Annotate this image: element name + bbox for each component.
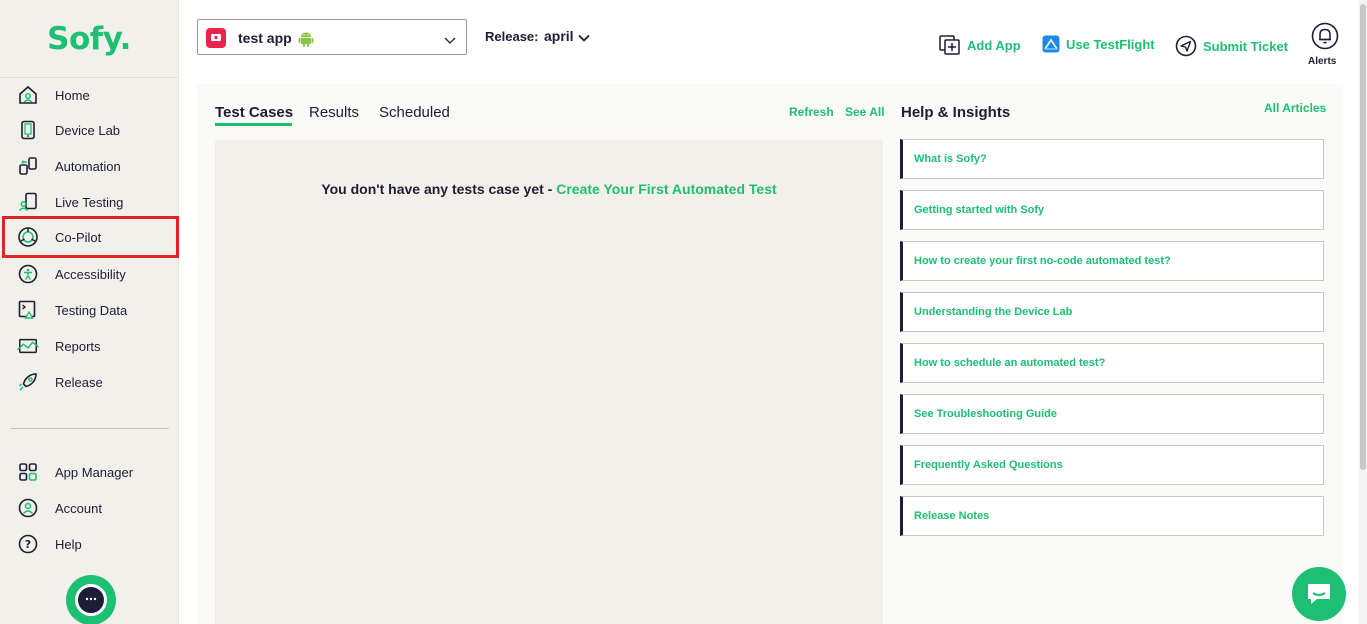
copilot-icon — [17, 226, 39, 248]
article-link[interactable]: Understanding the Device Lab — [900, 292, 1324, 332]
svg-text:?: ? — [25, 538, 31, 551]
use-testflight-label: Use TestFlight — [1066, 36, 1155, 52]
sidebar-item-release[interactable]: Release — [0, 365, 179, 399]
article-link[interactable]: See Troubleshooting Guide — [900, 394, 1324, 434]
bell-icon — [1311, 22, 1339, 50]
sidebar-item-live-testing[interactable]: Live Testing — [0, 185, 179, 219]
tab-results[interactable]: Results — [309, 104, 359, 121]
account-icon — [17, 497, 39, 519]
article-link[interactable]: How to schedule an automated test? — [900, 343, 1324, 383]
use-testflight-button[interactable]: Use TestFlight — [1042, 35, 1155, 53]
help-icon: ? — [17, 533, 39, 555]
testflight-icon — [1042, 35, 1060, 53]
sidebar-item-label: Reports — [55, 338, 101, 354]
active-tab-indicator — [215, 123, 292, 126]
rocket-icon — [17, 371, 39, 393]
support-chat-button[interactable] — [1292, 567, 1346, 621]
alerts-label: Alerts — [1308, 56, 1337, 67]
assistant-chat-button[interactable] — [66, 575, 116, 624]
sidebar-item-label: Live Testing — [55, 194, 124, 210]
article-link[interactable]: Frequently Asked Questions — [900, 445, 1324, 485]
chevron-down-icon — [444, 32, 456, 50]
tab-test-cases[interactable]: Test Cases — [215, 104, 293, 121]
device-icon — [17, 119, 39, 141]
article-link[interactable]: Getting started with Sofy — [900, 190, 1324, 230]
empty-state-text: You don't have any tests case yet - — [321, 181, 557, 197]
sofy-logo[interactable]: Sofy. — [47, 21, 131, 57]
sidebar-item-label: Release — [55, 374, 103, 390]
add-app-button[interactable]: Add App — [939, 35, 1021, 55]
testing-data-icon — [17, 299, 39, 321]
sidebar-item-automation[interactable]: Automation — [0, 149, 179, 183]
home-icon — [17, 84, 39, 106]
accessibility-icon — [17, 263, 39, 285]
sidebar-item-label: Device Lab — [55, 122, 121, 138]
app-manager-icon — [17, 461, 39, 483]
help-insights-title: Help & Insights — [901, 104, 1011, 121]
sidebar-item-home[interactable]: Home — [0, 78, 179, 112]
scrollbar-thumb[interactable] — [1360, 4, 1366, 470]
all-articles-link[interactable]: All Articles — [1264, 101, 1326, 115]
sidebar-divider — [10, 428, 169, 429]
sidebar-item-reports[interactable]: Reports — [0, 329, 179, 363]
sidebar-item-co-pilot[interactable]: Co-Pilot — [2, 216, 179, 258]
send-icon — [1175, 35, 1197, 57]
sidebar-item-label: Accessibility — [55, 266, 126, 282]
sidebar-item-app-manager[interactable]: App Manager — [0, 455, 179, 489]
sidebar-item-label: Help — [55, 536, 82, 552]
release-label: Release: — [485, 29, 539, 44]
android-icon — [298, 30, 314, 52]
submit-ticket-button[interactable]: Submit Ticket — [1175, 35, 1288, 57]
sidebar-item-accessibility[interactable]: Accessibility — [0, 257, 179, 291]
refresh-link[interactable]: Refresh — [789, 105, 834, 119]
article-link[interactable]: What is Sofy? — [900, 139, 1324, 179]
app-name: test app — [238, 30, 292, 46]
sidebar-item-account[interactable]: Account — [0, 491, 179, 525]
automation-icon — [17, 155, 39, 177]
chevron-down-icon[interactable] — [578, 30, 590, 48]
sidebar-item-testing-data[interactable]: Testing Data — [0, 293, 179, 327]
submit-ticket-label: Submit Ticket — [1203, 38, 1289, 54]
chat-icon — [75, 584, 107, 616]
see-all-link[interactable]: See All — [845, 105, 885, 119]
add-app-label: Add App — [967, 37, 1021, 53]
sidebar-item-help[interactable]: ? Help — [0, 527, 179, 561]
sidebar-item-label: Testing Data — [55, 302, 128, 318]
sidebar-item-label: Co-Pilot — [55, 229, 102, 245]
live-testing-icon — [17, 191, 39, 213]
article-link[interactable]: Release Notes — [900, 496, 1324, 536]
test-cases-empty-state: You don't have any tests case yet - Crea… — [215, 140, 883, 624]
logo-area: Sofy. — [0, 0, 178, 78]
chat-bubble-icon — [1308, 584, 1330, 604]
tab-scheduled[interactable]: Scheduled — [379, 104, 450, 121]
create-first-test-link[interactable]: Create Your First Automated Test — [556, 181, 776, 197]
app-selector[interactable]: test app — [197, 19, 467, 55]
article-link[interactable]: How to create your first no-code automat… — [900, 241, 1324, 281]
sidebar-item-label: Home — [55, 87, 90, 103]
page-scrollbar[interactable] — [1358, 0, 1367, 624]
sidebar-item-device-lab[interactable]: Device Lab — [0, 113, 179, 147]
sidebar: Sofy. Home Device Lab Automation Live Te… — [0, 0, 179, 624]
app-logo-icon — [206, 28, 226, 48]
alerts-button[interactable]: Alerts — [1308, 22, 1340, 67]
sidebar-item-label: App Manager — [55, 464, 134, 480]
sidebar-item-label: Account — [55, 500, 102, 516]
add-app-icon — [939, 35, 960, 55]
release-dropdown-value[interactable]: april — [544, 28, 574, 44]
empty-state-message: You don't have any tests case yet - Crea… — [215, 181, 883, 197]
reports-icon — [17, 335, 39, 357]
sidebar-item-label: Automation — [55, 158, 121, 174]
